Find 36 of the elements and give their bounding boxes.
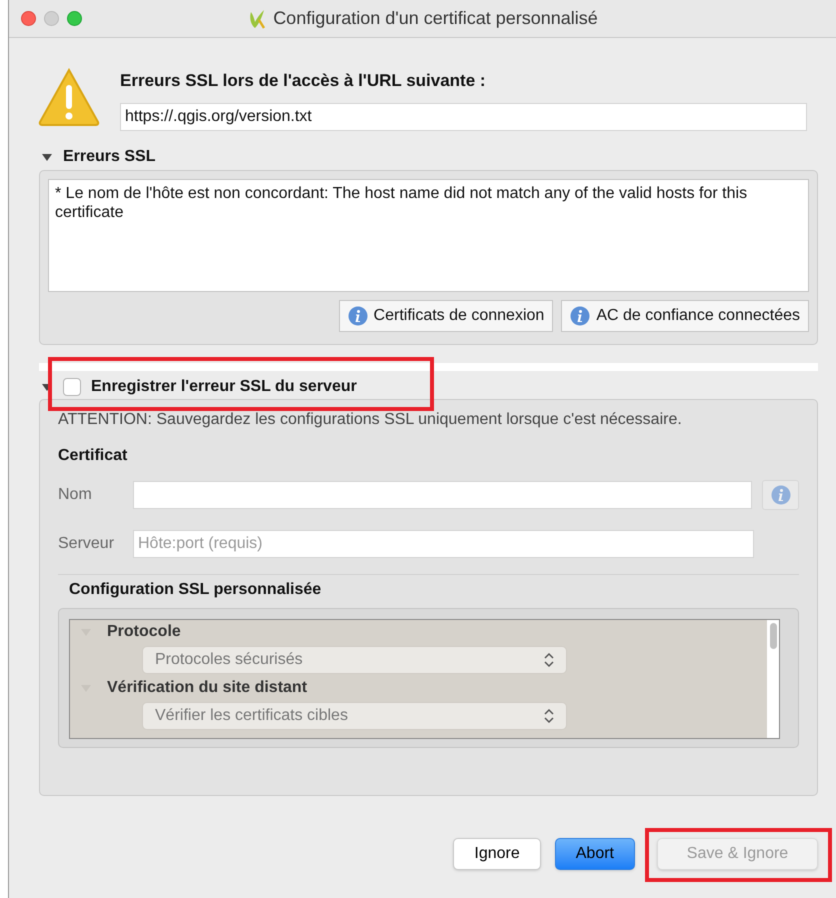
info-button[interactable]	[762, 480, 800, 510]
section-title: Erreurs SSL	[63, 146, 156, 166]
section-heading: Certificat	[58, 446, 128, 466]
dialog-button[interactable]: Ignore	[453, 838, 541, 870]
dropdown[interactable]: Vérifier les certificats cibles	[142, 702, 567, 730]
errors-text-area[interactable]: * Le nom de l'hôte est non concordant: The host name did not match any of the valid hosts for this certificate	[48, 178, 809, 292]
info-icon	[570, 306, 590, 326]
info-button[interactable]: Certificats de connexion	[338, 300, 554, 332]
warning-icon	[38, 68, 100, 126]
up-down-chevron-icon	[544, 708, 554, 724]
scrollbar-thumb[interactable]	[770, 622, 776, 648]
dialog-button: Save & Ignore	[657, 838, 818, 870]
url-label: Erreurs SSL lors de l'accès à l'URL suivante :	[120, 70, 487, 92]
info-icon	[770, 484, 791, 504]
checkbox-label: Enregistrer l'erreur SSL du serveur	[91, 376, 357, 396]
up-down-chevron-icon	[544, 652, 554, 668]
dialog-button[interactable]: Abort	[554, 838, 635, 870]
warning-text: ATTENTION: Sauvegardez les configurations SSL uniquement lorsque c'est nécessaire.	[58, 410, 683, 430]
window-title: Configuration d'un certificat personnalisé	[273, 7, 598, 30]
splitter-bar[interactable]	[39, 362, 818, 370]
section-heading: Configuration SSL personnalisée	[69, 580, 322, 600]
close-button[interactable]	[21, 11, 36, 26]
dropdown[interactable]: Protocoles sécurisés	[142, 646, 567, 674]
info-button[interactable]: AC de confiance connectées	[561, 300, 809, 332]
tree-item[interactable]: Protocole	[107, 620, 181, 644]
field-label: Nom	[58, 484, 93, 504]
text-field[interactable]: Hôte:port (requis)	[133, 530, 754, 558]
tree-item[interactable]: Vérification du site distant	[107, 676, 308, 700]
app-logo-icon	[247, 8, 268, 30]
checkbox[interactable]	[63, 378, 81, 396]
field-label: Serveur	[58, 534, 116, 554]
info-icon	[348, 306, 368, 326]
zoom-button[interactable]	[67, 11, 82, 26]
minimize-button[interactable]	[44, 11, 59, 26]
url-field[interactable]: https://.qgis.org/version.txt	[120, 102, 807, 130]
text-field[interactable]	[132, 480, 752, 508]
